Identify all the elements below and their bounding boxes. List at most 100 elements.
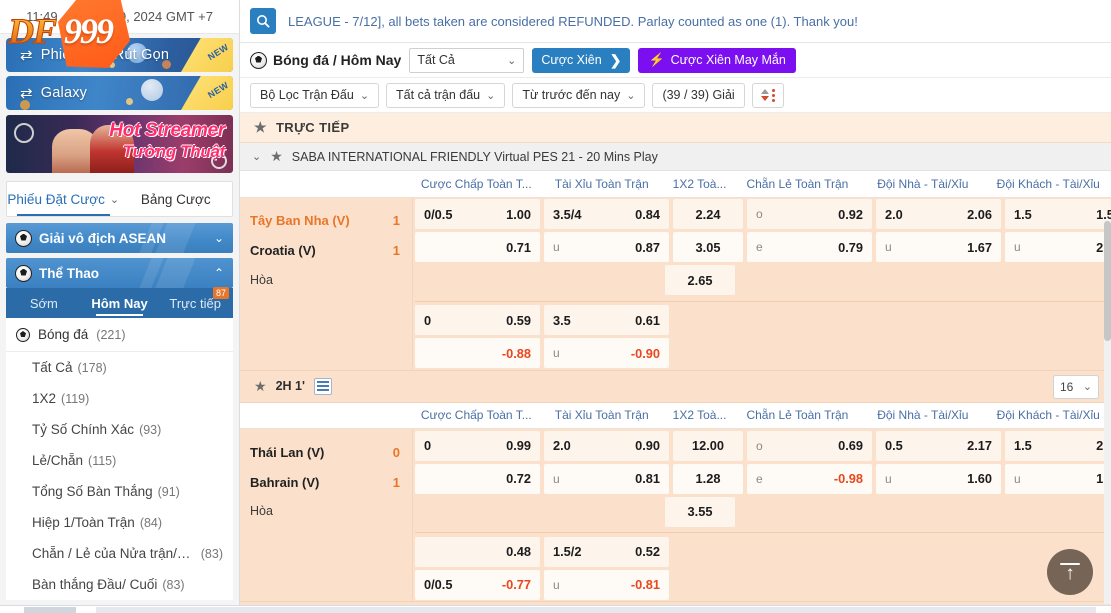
odds-half-handicap-home[interactable]: 0.48: [415, 537, 540, 567]
left-sidebar: 11:49 10, 2024 GMT +7 ⇄ Phiên Bản Rút Gọ…: [0, 0, 240, 613]
odds-half-handicap-home[interactable]: 0 0.59: [415, 305, 540, 335]
hot-streamer-banner[interactable]: Hot Streamer Tường Thuật: [6, 115, 233, 173]
league-select-value: Tất Cả: [417, 53, 455, 67]
away-team-row[interactable]: Bahrain (V) 1: [240, 467, 412, 497]
odds-half-overunder-under[interactable]: u -0.90: [544, 338, 669, 368]
odds-handicap-away[interactable]: 0.72: [415, 464, 540, 494]
filter-match-label: Bộ Lọc Trận Đấu: [260, 88, 354, 102]
sidebar-item-football[interactable]: Bóng đá (221): [6, 318, 233, 352]
odds-oddeven-even[interactable]: e -0.98: [747, 464, 872, 494]
odds-overunder-under[interactable]: u 0.87: [544, 232, 669, 262]
match-status-row: ★ 2H 1' 16 ⌄: [240, 370, 1111, 403]
col-header-handicap: Cược Chấp Toàn T...: [414, 403, 539, 429]
chevron-up-icon: ⌃: [214, 266, 224, 280]
odds-home-over[interactable]: 2.0 2.06: [876, 199, 1001, 229]
sidebar-item-odd-even[interactable]: Lẻ/Chẵn (115): [6, 445, 233, 476]
promo-banner-simplified[interactable]: ⇄ Phiên Bản Rút Gọn NEW: [6, 38, 233, 72]
sidebar-item-half-full-count: (84): [140, 516, 162, 530]
filter-all-matches-button[interactable]: Tất cả trận đấu ⌄: [386, 83, 505, 108]
odds-overunder-over[interactable]: 3.5/4 0.84: [544, 199, 669, 229]
home-team-row[interactable]: Tây Ban Nha (V) 1: [240, 206, 412, 236]
sidebar-item-all-label: Tất Cả: [32, 360, 73, 375]
odds-1x2-home[interactable]: 2.24: [673, 199, 743, 229]
odds-1x2-away[interactable]: 1.28: [673, 464, 743, 494]
odds-oddeven-odd[interactable]: o 0.69: [747, 431, 872, 461]
statistics-icon[interactable]: [314, 378, 332, 395]
odds-half-overunder-under[interactable]: u -0.81: [544, 570, 669, 600]
swap-icon: ⇄: [20, 46, 33, 64]
parlay-button[interactable]: Cược Xiên ❯: [532, 48, 630, 73]
chevron-down-icon[interactable]: ⌄: [252, 150, 261, 163]
star-icon[interactable]: ★: [254, 119, 267, 136]
sort-button[interactable]: [752, 83, 784, 108]
odds-home-under[interactable]: u 1.60: [876, 464, 1001, 494]
horizontal-scrollbar[interactable]: [0, 605, 1111, 613]
odds-half-handicap-away[interactable]: 0/0.5 -0.77: [415, 570, 540, 600]
search-button[interactable]: [250, 8, 276, 34]
chevron-down-icon: ⌄: [486, 89, 495, 102]
promo-banner-galaxy[interactable]: ⇄ Galaxy NEW: [6, 76, 233, 110]
sub-tab-today[interactable]: Hôm Nay: [82, 288, 158, 318]
filter-match-button[interactable]: Bộ Lọc Trận Đấu ⌄: [250, 83, 379, 108]
odds-1x2-away[interactable]: 3.05: [673, 232, 743, 262]
scroll-to-top-button[interactable]: ↑: [1047, 549, 1093, 595]
filter-leagues-button[interactable]: (39 / 39) Giải: [652, 83, 744, 108]
lucky-parlay-button[interactable]: ⚡ Cược Xiên May Mắn: [638, 48, 795, 73]
odds-handicap-away[interactable]: 0.71: [415, 232, 540, 262]
col-header-team: [240, 403, 414, 429]
sidebar-item-first-last-goal[interactable]: Bàn thắng Đầu/ Cuối (83): [6, 569, 233, 600]
match-row: Tây Ban Nha (V) 1 Croatia (V) 1 Hòa: [240, 198, 1111, 370]
odds-overunder-over[interactable]: 2.0 0.90: [544, 431, 669, 461]
odds-away-over[interactable]: 1.5 2.03: [1005, 431, 1111, 461]
half-separator: [415, 532, 1109, 533]
odds-handicap-home[interactable]: 0/0.5 1.00: [415, 199, 540, 229]
odds-oddeven-odd[interactable]: o 0.92: [747, 199, 872, 229]
star-icon[interactable]: ★: [254, 378, 267, 395]
sort-ascending-icon: [761, 89, 769, 101]
sub-tab-live[interactable]: Trực tiếp 87: [157, 288, 233, 318]
tab-bet-slip[interactable]: Phiếu Đặt Cược ⌄: [7, 182, 120, 216]
odds-1x2-draw[interactable]: 3.55: [665, 497, 735, 527]
sidebar-item-correct-score[interactable]: Tỷ Số Chính Xác (93): [6, 414, 233, 445]
sidebar-item-all[interactable]: Tất Cả (178): [6, 352, 233, 383]
odds-oddeven-even[interactable]: e 0.79: [747, 232, 872, 262]
odds-1x2-home[interactable]: 12.00: [673, 431, 743, 461]
home-team-row[interactable]: Thái Lan (V) 0: [240, 437, 412, 467]
scrollbar-thumb[interactable]: [1104, 221, 1111, 341]
tab-bet-board[interactable]: Bảng Cược: [120, 182, 233, 216]
odds-half-overunder-over[interactable]: 1.5/2 0.52: [544, 537, 669, 567]
sidebar-item-1x2-count: (119): [61, 392, 89, 406]
odds-away-under[interactable]: u 1.71: [1005, 464, 1111, 494]
sidebar-item-half-odd-even[interactable]: Chẵn / Lẻ của Nửa trận/T... (83): [6, 538, 233, 569]
odds-home-under[interactable]: u 1.67: [876, 232, 1001, 262]
sub-tab-early[interactable]: Sớm: [6, 288, 82, 318]
toolbar-title: Bóng đá / Hôm Nay: [250, 52, 401, 69]
arrow-up-icon: ↑: [1065, 567, 1075, 581]
odds-home-over[interactable]: 0.5 2.17: [876, 431, 1001, 461]
star-icon[interactable]: ★: [270, 148, 283, 165]
odds-handicap-home[interactable]: 0 0.99: [415, 431, 540, 461]
chevron-down-icon: ⌄: [214, 231, 224, 245]
odds-1x2-draw[interactable]: 2.65: [665, 265, 735, 295]
sidebar-item-sports[interactable]: Thể Thao ⌃: [6, 258, 233, 288]
market-count-value: 16: [1060, 380, 1073, 394]
home-team-name: Thái Lan (V): [250, 445, 324, 460]
home-team-score: 1: [385, 213, 400, 228]
league-select[interactable]: Tất Cả ⌄: [409, 48, 524, 73]
league-header[interactable]: ⌄ ★ SABA INTERNATIONAL FRIENDLY Virtual …: [240, 143, 1111, 171]
live-section-header: ★ TRỰC TIẾP: [240, 113, 1111, 143]
vertical-scrollbar[interactable]: [1104, 221, 1111, 604]
odds-half-overunder-over[interactable]: 3.5 0.61: [544, 305, 669, 335]
odds-away-over[interactable]: 1.5 1.58: [1005, 199, 1111, 229]
odds-away-under[interactable]: u 2.23: [1005, 232, 1111, 262]
sidebar-item-asean[interactable]: Giải vô địch ASEAN ⌄: [6, 223, 233, 253]
market-count-select[interactable]: 16 ⌄: [1053, 375, 1099, 399]
odds-overunder-under[interactable]: u 0.81: [544, 464, 669, 494]
odds-half-handicap-away[interactable]: -0.88: [415, 338, 540, 368]
filter-time-button[interactable]: Từ trước đến nay ⌄: [512, 83, 645, 108]
sidebar-item-half-full[interactable]: Hiệp 1/Toàn Trận (84): [6, 507, 233, 538]
match-odds: 0 0.99 2.0 0.90 12.00 o: [413, 429, 1111, 601]
away-team-row[interactable]: Croatia (V) 1: [240, 236, 412, 266]
sidebar-item-1x2[interactable]: 1X2 (119): [6, 383, 233, 414]
sidebar-item-total-goals[interactable]: Tổng Số Bàn Thắng (91): [6, 476, 233, 507]
